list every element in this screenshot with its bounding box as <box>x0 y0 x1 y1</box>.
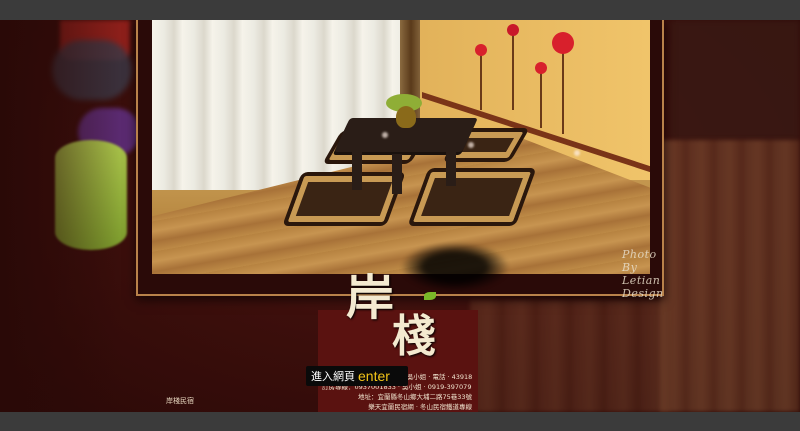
table-vase <box>396 106 416 128</box>
logo-character-1: 岸 <box>346 270 395 326</box>
wall-flower-decal <box>507 24 519 110</box>
enter-site-button[interactable]: 進入網頁 enter <box>306 366 408 386</box>
wall-flower-decal <box>535 62 547 128</box>
splash-stage: Photo By Letian Design 岸 棧 訂房專線：0937-001… <box>0 20 800 412</box>
leaf-icon <box>424 292 436 300</box>
top-bar <box>0 0 800 20</box>
ink-brush-stroke <box>400 242 510 292</box>
wall-flower-decal <box>475 44 487 110</box>
contact-line: 樂天宜蘭民宿網 · 冬山民宿鐵道專線 <box>368 403 472 411</box>
floor-cushion <box>407 168 537 226</box>
site-name: 岸棧民宿 <box>166 397 194 405</box>
wall-flower-decal <box>552 32 574 134</box>
light-sparkle <box>468 142 474 148</box>
enter-zh-label: 進入網頁 <box>311 370 355 383</box>
logo-character-2: 棧 <box>392 311 436 362</box>
bottom-bar <box>0 412 800 431</box>
enter-en-label: enter <box>358 368 390 384</box>
address-line: 地址：宜蘭縣冬山鄉大埔二路75巷33號 <box>357 393 472 401</box>
room-photo <box>152 20 650 274</box>
table-leg <box>352 150 362 190</box>
photo-watermark: Photo By Letian Design <box>622 248 664 300</box>
background-wood-right <box>660 140 800 412</box>
floor-cushion <box>282 172 406 226</box>
light-sparkle <box>382 132 388 138</box>
background-right-dark <box>670 20 800 140</box>
table-leg <box>392 154 402 194</box>
table-leg <box>446 146 456 186</box>
background-wood-center <box>470 300 670 412</box>
light-sparkle <box>574 150 580 156</box>
